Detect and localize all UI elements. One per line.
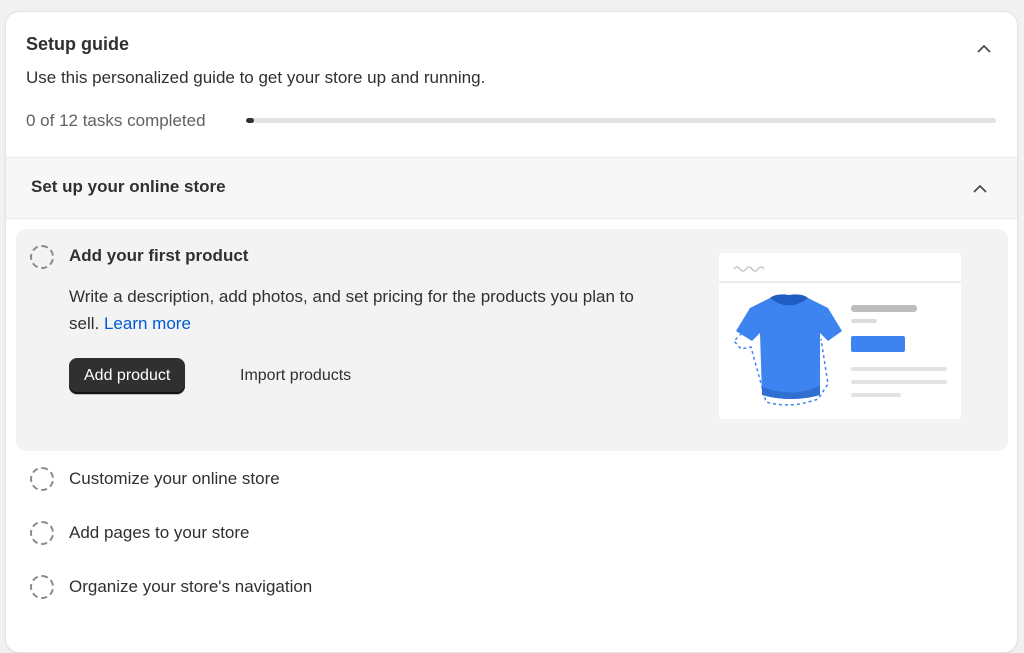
task-add-pages[interactable]: Add pages to your store [6,513,1017,553]
section-collapse-button[interactable] [969,177,991,199]
dashed-circle-icon[interactable] [30,467,54,491]
chevron-up-icon [973,184,987,192]
setup-guide-header: Setup guide Use this personalized guide … [6,12,1017,157]
add-product-button[interactable]: Add product [69,358,186,394]
dashed-circle-icon[interactable] [30,575,54,599]
task-label: Customize your online store [69,469,280,488]
task-organize-navigation[interactable]: Organize your store's navigation [6,567,1017,607]
learn-more-link[interactable]: Learn more [104,314,191,333]
task-label: Add pages to your store [69,523,250,542]
task-title: Add your first product [69,246,249,265]
dashed-circle-icon[interactable] [30,521,54,545]
task-add-first-product: Add your first product Write a descripti… [16,229,1008,451]
task-description: Write a description, add photos, and set… [69,283,659,337]
setup-guide-title: Setup guide [26,34,129,54]
progress-text: 0 of 12 tasks completed [26,111,206,130]
t-shirt-product-illustration [719,253,961,419]
setup-guide-subtitle: Use this personalized guide to get your … [26,68,486,87]
task-label: Organize your store's navigation [69,577,313,596]
task-customize-store[interactable]: Customize your online store [6,459,1017,499]
chevron-up-icon [977,44,991,52]
progress-bar [246,118,996,123]
import-products-button[interactable]: Import products [228,358,363,394]
dashed-circle-icon[interactable] [30,245,54,269]
collapse-guide-button[interactable] [973,37,995,59]
progress-bar-fill [246,118,254,123]
section-title: Set up your online store [31,177,226,196]
section-header-online-store[interactable]: Set up your online store [6,157,1017,219]
setup-guide-card: Setup guide Use this personalized guide … [5,11,1018,653]
